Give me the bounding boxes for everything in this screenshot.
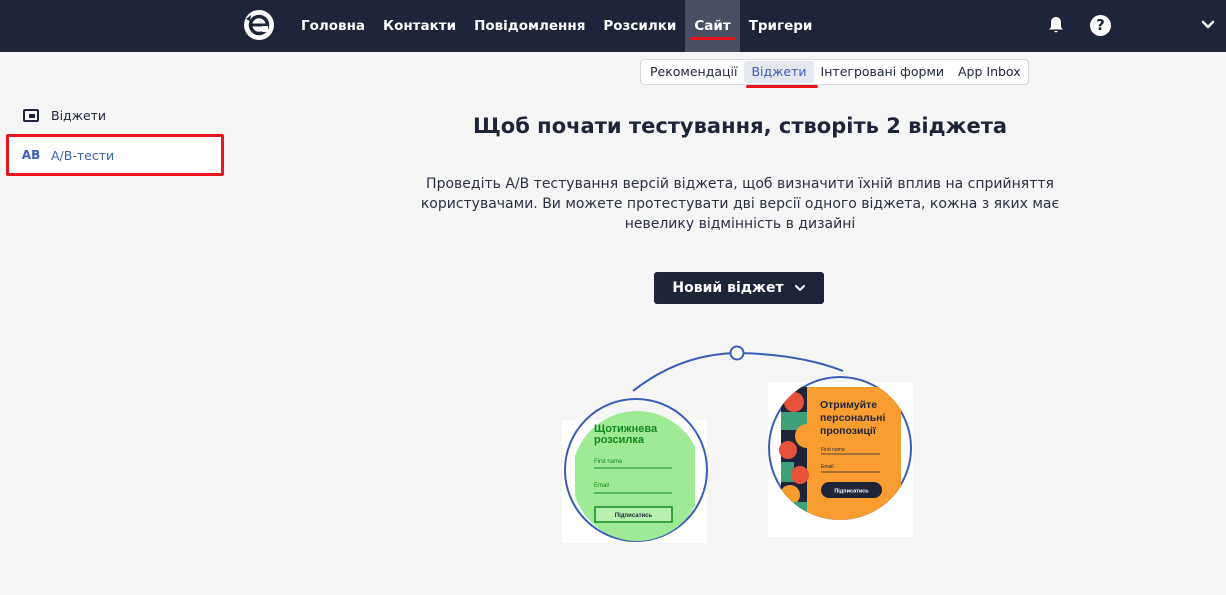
card-b-field-firstname: First name: [821, 447, 845, 453]
card-b-title-line1: Отримуйте: [820, 399, 877, 411]
chevron-down-icon[interactable]: [1200, 18, 1216, 32]
nav-item-contacts[interactable]: Контакти: [374, 0, 465, 52]
sidebar-item-label: A/B-тести: [51, 147, 115, 163]
ab-test-illustration: Щотижнева розсилка First name Email Підп…: [562, 345, 913, 543]
esputnik-logo-icon[interactable]: [243, 9, 275, 41]
top-navigation-bar: Головна Контакти Повідомлення Розсилки С…: [0, 0, 1226, 52]
sidebar-item-label: Віджети: [51, 107, 107, 123]
sidebar-item-ab-tests[interactable]: AB A/B-тести: [6, 134, 224, 176]
new-widget-button[interactable]: Новий віджет: [654, 272, 824, 304]
site-subtabs: Рекомендації Віджети Інтегровані форми A…: [640, 59, 1029, 88]
card-a-field-email: Email: [594, 483, 609, 489]
sidebar-item-widgets[interactable]: Віджети: [6, 96, 224, 134]
card-b-subscribe-button: Підписатись: [834, 489, 869, 495]
nav-item-site[interactable]: Сайт: [685, 0, 740, 52]
widget-card-green: Щотижнева розсилка First name Email Підп…: [562, 398, 708, 543]
widget-card-orange: Отримуйте персональні пропозиції First n…: [768, 376, 913, 537]
card-a-subscribe-button: Підписатись: [615, 513, 653, 519]
nav-item-home[interactable]: Головна: [292, 0, 374, 52]
ab-icon: AB: [21, 148, 41, 162]
nav-item-triggers[interactable]: Тригери: [740, 0, 822, 52]
widget-icon: [15, 108, 47, 122]
card-b-title-line2: персональні: [820, 412, 885, 424]
card-a-field-firstname: First name: [594, 459, 623, 465]
subtab-recommendations[interactable]: Рекомендації: [643, 61, 744, 83]
chevron-down-icon: [794, 285, 805, 291]
main-nav: Головна Контакти Повідомлення Розсилки С…: [292, 0, 821, 52]
subtab-integrated-forms[interactable]: Інтегровані форми: [814, 61, 951, 83]
active-nav-underline: [690, 37, 735, 40]
subtab-widgets[interactable]: Віджети: [744, 61, 818, 88]
sidebar: Віджети AB A/B-тести: [0, 52, 232, 595]
page-title: Щоб почати тестування, створіть 2 віджет…: [472, 114, 1008, 138]
card-a-title-line2: розсилка: [594, 434, 645, 446]
card-b-title-line3: пропозиції: [820, 425, 877, 437]
page-description: Проведіть A/B тестування версій віджета,…: [420, 176, 1060, 232]
nav-item-messages[interactable]: Повідомлення: [465, 0, 594, 52]
bell-icon[interactable]: [1046, 15, 1066, 35]
help-icon[interactable]: ?: [1090, 15, 1111, 36]
active-subtab-underline: [746, 85, 818, 88]
new-widget-button-label: Новий віджет: [672, 280, 784, 296]
subtab-app-inbox[interactable]: App Inbox: [951, 61, 1028, 83]
nav-item-campaigns[interactable]: Розсилки: [594, 0, 685, 52]
card-b-field-email: Email: [821, 464, 834, 470]
